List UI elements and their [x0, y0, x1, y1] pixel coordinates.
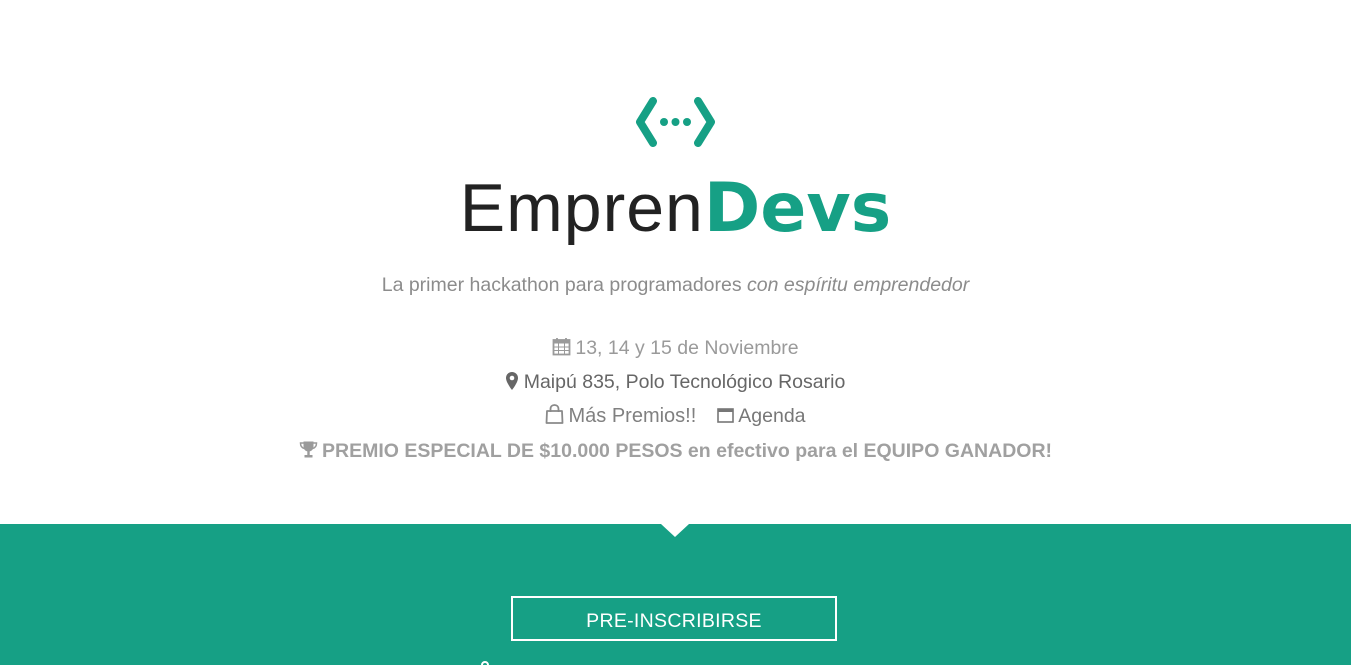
code-brackets-dots-icon [636, 97, 715, 147]
partial-icon [481, 661, 489, 665]
calendar-outline-icon [717, 408, 735, 423]
section-pointer-arrow [661, 524, 689, 537]
landing-page: EmprenDevs La primer hackathon para prog… [0, 0, 1351, 665]
shopping-bag-icon [546, 403, 564, 424]
tagline-text: La primer hackathon para programadores [381, 274, 748, 296]
calendar-icon [552, 338, 571, 356]
hero-section: EmprenDevs La primer hackathon para prog… [0, 0, 1351, 524]
brand-title: EmprenDevs [0, 166, 1351, 251]
special-prize: PREMIO ESPECIAL DE $10.000 PESOS en efec… [0, 440, 1351, 463]
agenda-link[interactable]: Agenda [712, 405, 806, 427]
event-date-text: 13, 14 y 15 de Noviembre [575, 337, 799, 359]
event-location-text: Maipú 835, Polo Tecnológico Rosario [523, 371, 846, 393]
premios-link[interactable]: Más Premios!! [545, 403, 701, 427]
pre-inscribirse-button[interactable]: PRE-INSCRIBIRSE [511, 596, 837, 641]
brand-name-light: Empren [459, 170, 704, 246]
premios-link-label: Más Premios!! [568, 405, 697, 427]
tagline-emphasis: con espíritu emprendedor [747, 274, 970, 296]
event-location: Maipú 835, Polo Tecnológico Rosario [0, 371, 1351, 394]
event-date: 13, 14 y 15 de Noviembre [0, 337, 1351, 360]
brand-name-bold: Devs [703, 169, 892, 248]
special-prize-text: PREMIO ESPECIAL DE $10.000 PESOS en efec… [321, 440, 1053, 462]
event-links: Más Premios!! Agenda [0, 403, 1351, 428]
agenda-link-label: Agenda [738, 405, 806, 427]
tagline: La primer hackathon para programadores c… [0, 274, 1351, 297]
map-marker-icon [505, 371, 518, 390]
trophy-icon [299, 441, 318, 458]
